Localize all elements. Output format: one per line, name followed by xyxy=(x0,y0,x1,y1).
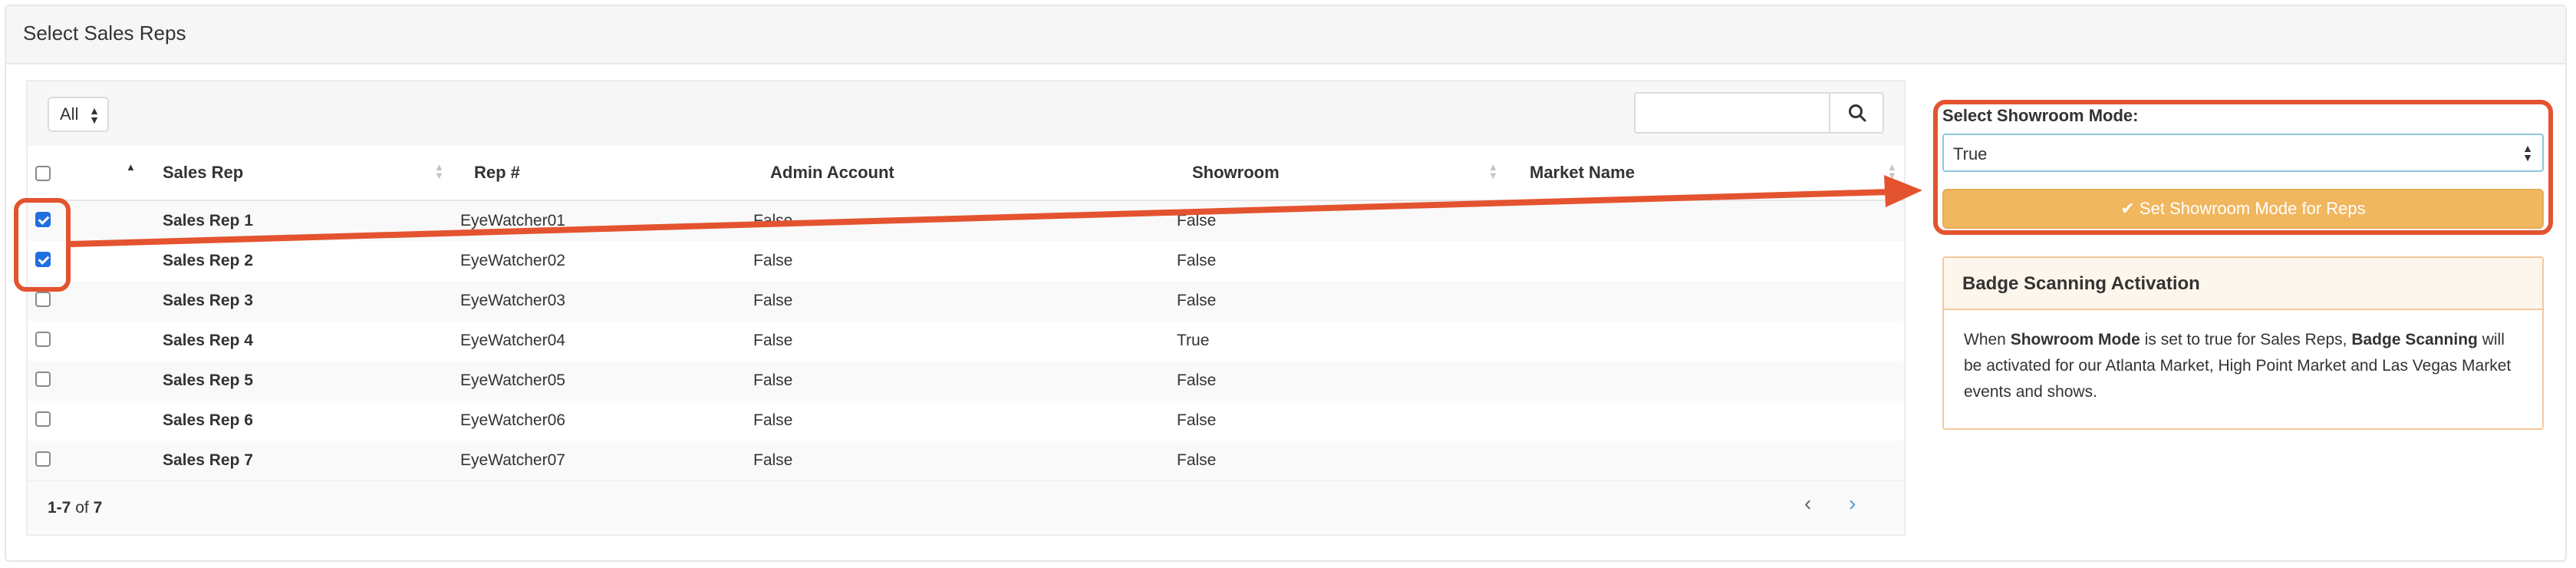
annotation-arrow xyxy=(70,175,1922,247)
